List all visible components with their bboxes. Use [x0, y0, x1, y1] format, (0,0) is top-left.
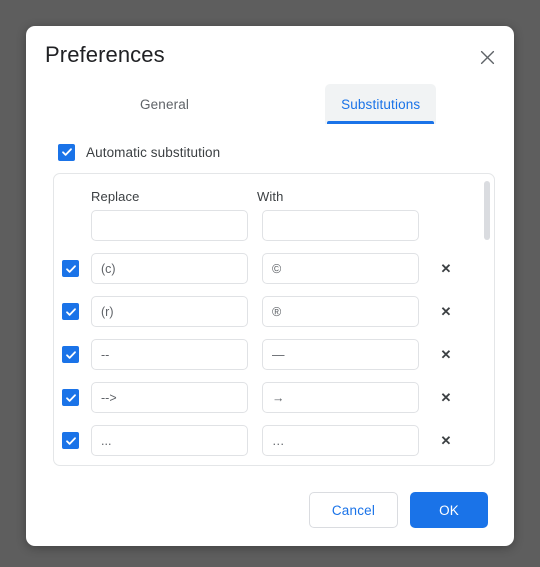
new-with-input[interactable]	[262, 210, 419, 241]
table-row: ✕	[54, 247, 494, 290]
row-checkbox-cell	[62, 389, 91, 406]
with-input[interactable]	[262, 339, 419, 370]
with-input[interactable]	[262, 296, 419, 327]
table-scrollbar[interactable]	[484, 179, 490, 460]
substitutions-table: Replace With ✕	[53, 173, 495, 466]
table-row: ✕	[54, 376, 494, 419]
replace-input[interactable]	[91, 425, 248, 456]
automatic-substitution-label: Automatic substitution	[86, 144, 221, 160]
delete-row-button[interactable]: ✕	[433, 385, 459, 411]
table-scrollbar-thumb[interactable]	[484, 181, 490, 240]
replace-input[interactable]	[91, 382, 248, 413]
dialog-footer: Cancel OK	[26, 474, 514, 546]
dialog-header: Preferences	[26, 26, 514, 84]
column-header-replace: Replace	[91, 189, 140, 204]
row-enabled-checkbox[interactable]	[62, 389, 79, 406]
replace-input[interactable]	[91, 296, 248, 327]
row-enabled-checkbox[interactable]	[62, 432, 79, 449]
with-input[interactable]	[262, 253, 419, 284]
row-enabled-checkbox[interactable]	[62, 260, 79, 277]
check-icon	[65, 263, 77, 275]
page-title: Preferences	[45, 42, 165, 67]
check-icon	[65, 435, 77, 447]
table-row-new: ✕	[54, 204, 494, 247]
close-button[interactable]	[474, 44, 500, 70]
close-icon	[480, 50, 495, 65]
check-icon	[61, 146, 73, 158]
delete-row-button[interactable]: ✕	[433, 256, 459, 282]
ok-button[interactable]: OK	[410, 492, 488, 528]
table-row: ✕	[54, 462, 494, 465]
automatic-substitution-row: Automatic substitution	[58, 142, 514, 162]
column-header-with: With	[257, 189, 284, 204]
row-enabled-checkbox[interactable]	[62, 346, 79, 363]
delete-row-button[interactable]: ✕	[433, 342, 459, 368]
table-row: ✕	[54, 290, 494, 333]
delete-row-button[interactable]: ✕	[433, 299, 459, 325]
replace-input[interactable]	[91, 253, 248, 284]
row-checkbox-cell	[62, 346, 91, 363]
row-checkbox-cell	[62, 432, 91, 449]
automatic-substitution-checkbox[interactable]	[58, 143, 75, 161]
tab-bar: General Substitutions	[26, 84, 514, 124]
delete-row-button[interactable]: ✕	[433, 428, 459, 454]
with-input[interactable]	[262, 382, 419, 413]
table-header-row: Replace With	[54, 174, 494, 204]
row-enabled-checkbox[interactable]	[62, 303, 79, 320]
replace-input[interactable]	[91, 339, 248, 370]
check-icon	[65, 349, 77, 361]
preferences-dialog: Preferences General Substitutions Automa…	[26, 26, 514, 546]
check-icon	[65, 392, 77, 404]
with-input[interactable]	[262, 425, 419, 456]
tab-substitutions[interactable]: Substitutions	[325, 84, 437, 124]
row-checkbox-cell	[62, 303, 91, 320]
new-replace-input[interactable]	[91, 210, 248, 241]
table-row: ✕	[54, 333, 494, 376]
substitutions-table-body: Replace With ✕	[54, 174, 494, 465]
tab-general[interactable]: General	[124, 84, 205, 124]
table-row: ✕	[54, 419, 494, 462]
row-checkbox-cell	[62, 260, 91, 277]
cancel-button[interactable]: Cancel	[308, 492, 399, 528]
check-icon	[65, 306, 77, 318]
